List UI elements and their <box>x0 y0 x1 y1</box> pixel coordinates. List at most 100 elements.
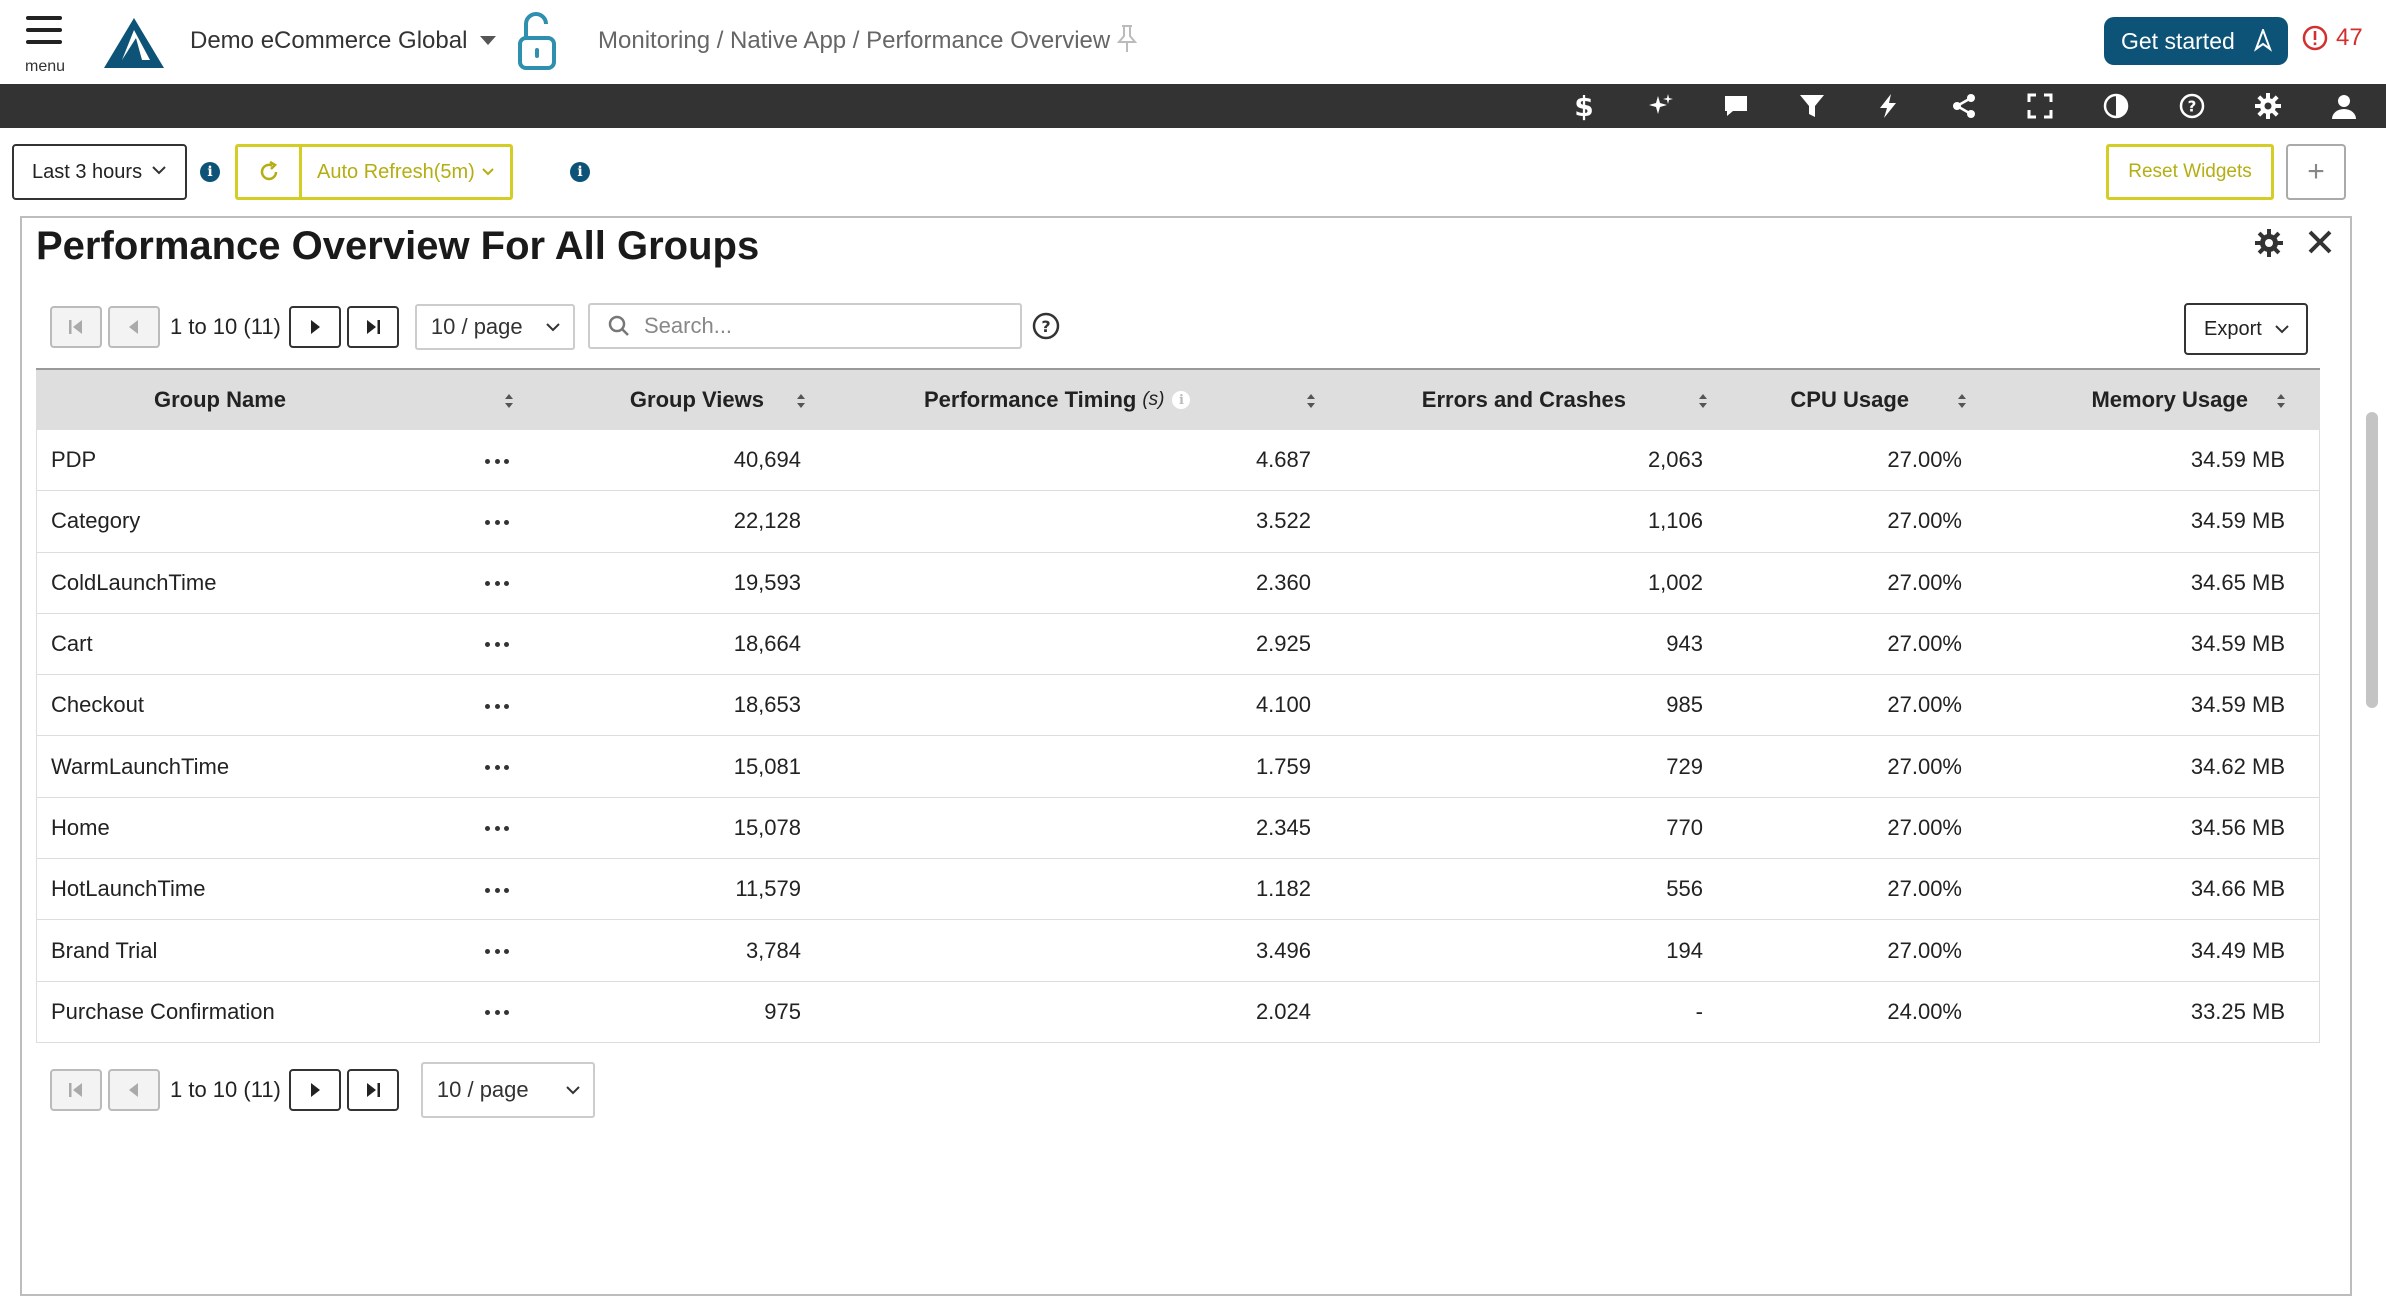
table-row[interactable]: Cart 18,664 2.925 943 27.00% 34.59 MB <box>36 613 2320 676</box>
refresh-info-icon[interactable]: i <box>570 162 590 182</box>
cell-memory-usage: 33.25 MB <box>2190 998 2285 1024</box>
alert-indicator[interactable]: 47 <box>2302 24 2363 52</box>
menu-button[interactable]: menu <box>24 16 65 75</box>
pager-range-text: 1 to 10 (11) <box>170 1077 281 1102</box>
share-icon[interactable] <box>1948 90 1980 122</box>
table-row[interactable]: ColdLaunchTime 19,593 2.360 1,002 27.00%… <box>36 552 2320 614</box>
pin-icon[interactable] <box>1116 24 1138 54</box>
cell-performance-timing: 2.925 <box>1255 631 1311 657</box>
refresh-controls: Auto Refresh(5m) <box>235 144 513 200</box>
column-header-performance-timing[interactable]: Performance Timing (s) i <box>812 370 1322 430</box>
filter-icon[interactable] <box>1796 90 1828 122</box>
row-more-icon[interactable] <box>485 824 509 834</box>
column-title-performance-timing: Performance Timing <box>924 387 1137 412</box>
group-name-text: Category <box>51 508 141 534</box>
row-more-icon[interactable] <box>485 517 509 527</box>
search-help-icon[interactable]: ? <box>1032 312 1060 340</box>
add-widget-button[interactable]: + <box>2286 144 2346 200</box>
page-size-select[interactable]: 10 / page <box>420 1062 595 1118</box>
row-more-icon[interactable] <box>485 701 509 711</box>
refresh-button[interactable] <box>238 147 302 197</box>
table-row[interactable]: HotLaunchTime 11,579 1.182 556 27.00% 34… <box>36 859 2320 921</box>
table-row[interactable]: Brand Trial 3,784 3.496 194 27.00% 34.49… <box>36 920 2320 982</box>
bottom-pager: 1 to 10 (11) 10 / page <box>50 1062 595 1118</box>
org-dropdown-caret-icon[interactable] <box>480 36 496 45</box>
cell-memory-usage: 34.59 MB <box>2190 692 2285 718</box>
table-row[interactable]: PDP 40,694 4.687 2,063 27.00% 34.59 MB <box>36 430 2320 492</box>
cell-cpu-usage: 24.00% <box>1887 998 1962 1024</box>
cell-group-name: Checkout <box>37 675 535 735</box>
chevron-down-icon <box>152 166 166 175</box>
time-range-info-icon[interactable]: i <box>200 162 220 182</box>
cell-cpu-usage: 27.00% <box>1887 814 1962 840</box>
page-size-select[interactable]: 10 / page <box>414 304 575 350</box>
performance-table: Group Name Group Views Performance Timin… <box>36 368 2320 1043</box>
cell-errors-and-crashes: - <box>1695 998 1703 1024</box>
widget-settings-icon[interactable] <box>2254 228 2284 258</box>
group-name-text: Brand Trial <box>51 937 158 963</box>
table-row[interactable]: Purchase Confirmation 975 2.024 - 24.00%… <box>36 981 2320 1043</box>
table-row[interactable]: Home 15,078 2.345 770 27.00% 34.56 MB <box>36 797 2320 860</box>
page-scrollbar[interactable] <box>2366 412 2378 712</box>
export-button[interactable]: Export <box>2184 303 2308 355</box>
row-more-icon[interactable] <box>485 579 509 589</box>
table-row[interactable]: WarmLaunchTime 15,081 1.759 729 27.00% 3… <box>36 736 2320 798</box>
next-page-button[interactable] <box>288 306 341 348</box>
time-range-select[interactable]: Last 3 hours <box>12 144 187 200</box>
cell-errors-and-crashes: 985 <box>1666 692 1703 718</box>
reset-widgets-button[interactable]: Reset Widgets <box>2106 144 2274 200</box>
search-input[interactable]: Search... <box>588 303 1022 349</box>
column-header-group-name[interactable]: Group Name <box>36 370 534 430</box>
column-header-errors-and-crashes[interactable]: Errors and Crashes <box>1322 370 1714 430</box>
user-icon[interactable] <box>2328 90 2360 122</box>
cell-performance-timing: 4.687 <box>1255 447 1311 473</box>
column-title-memory-usage: Memory Usage <box>2091 387 2248 412</box>
last-page-button[interactable] <box>346 1069 399 1111</box>
gear-icon[interactable] <box>2252 90 2284 122</box>
last-page-button[interactable] <box>346 306 399 348</box>
get-started-button[interactable]: Get started <box>2104 17 2288 65</box>
timing-info-icon[interactable]: i <box>1172 391 1191 409</box>
row-more-icon[interactable] <box>485 946 509 956</box>
row-more-icon[interactable] <box>485 456 509 466</box>
table-header: Group Name Group Views Performance Timin… <box>36 368 2320 430</box>
time-range-label: Last 3 hours <box>32 160 143 183</box>
cell-group-name: Category <box>37 491 535 551</box>
row-more-icon[interactable] <box>485 762 509 772</box>
row-more-icon[interactable] <box>485 885 509 895</box>
next-page-button[interactable] <box>288 1069 341 1111</box>
prev-page-button[interactable] <box>108 1069 160 1111</box>
contrast-icon[interactable] <box>2100 90 2132 122</box>
first-page-button[interactable] <box>50 1069 102 1111</box>
prev-page-button[interactable] <box>108 306 160 348</box>
lightning-icon[interactable] <box>1872 90 1904 122</box>
auto-refresh-label: Auto Refresh(5m) <box>317 160 475 183</box>
table-row[interactable]: Checkout 18,653 4.100 985 27.00% 34.59 M… <box>36 675 2320 737</box>
column-header-cpu-usage[interactable]: CPU Usage <box>1714 370 1973 430</box>
dollar-icon[interactable]: $ <box>1568 90 1600 123</box>
column-title-errors-and-crashes: Errors and Crashes <box>1421 387 1626 412</box>
column-title-cpu-usage: CPU Usage <box>1790 387 1909 412</box>
brand-logo-icon <box>104 18 164 68</box>
cell-performance-timing: 1.182 <box>1255 876 1311 902</box>
search-placeholder: Search... <box>644 313 733 338</box>
scrollbar-thumb[interactable] <box>2366 412 2378 708</box>
auto-refresh-dropdown[interactable]: Auto Refresh(5m) <box>302 147 510 197</box>
table-row[interactable]: Category 22,128 3.522 1,106 27.00% 34.59… <box>36 491 2320 553</box>
cell-memory-usage: 34.59 MB <box>2190 508 2285 534</box>
unlock-icon[interactable] <box>516 10 560 72</box>
fullscreen-icon[interactable] <box>2024 90 2056 122</box>
widget-close-icon[interactable] <box>2306 228 2334 256</box>
column-header-group-views[interactable]: Group Views <box>534 370 812 430</box>
help-icon[interactable]: ? <box>2176 90 2208 122</box>
column-title-group-views: Group Views <box>629 387 764 412</box>
group-name-text: PDP <box>51 447 97 473</box>
group-name-text: HotLaunchTime <box>51 876 206 902</box>
row-more-icon[interactable] <box>485 1008 509 1018</box>
row-more-icon[interactable] <box>485 640 509 650</box>
sparkles-icon[interactable] <box>1645 90 1677 122</box>
first-page-button[interactable] <box>50 306 102 348</box>
chat-icon[interactable] <box>1720 90 1752 122</box>
column-header-memory-usage[interactable]: Memory Usage <box>1973 370 2296 430</box>
export-label: Export <box>2204 317 2262 340</box>
